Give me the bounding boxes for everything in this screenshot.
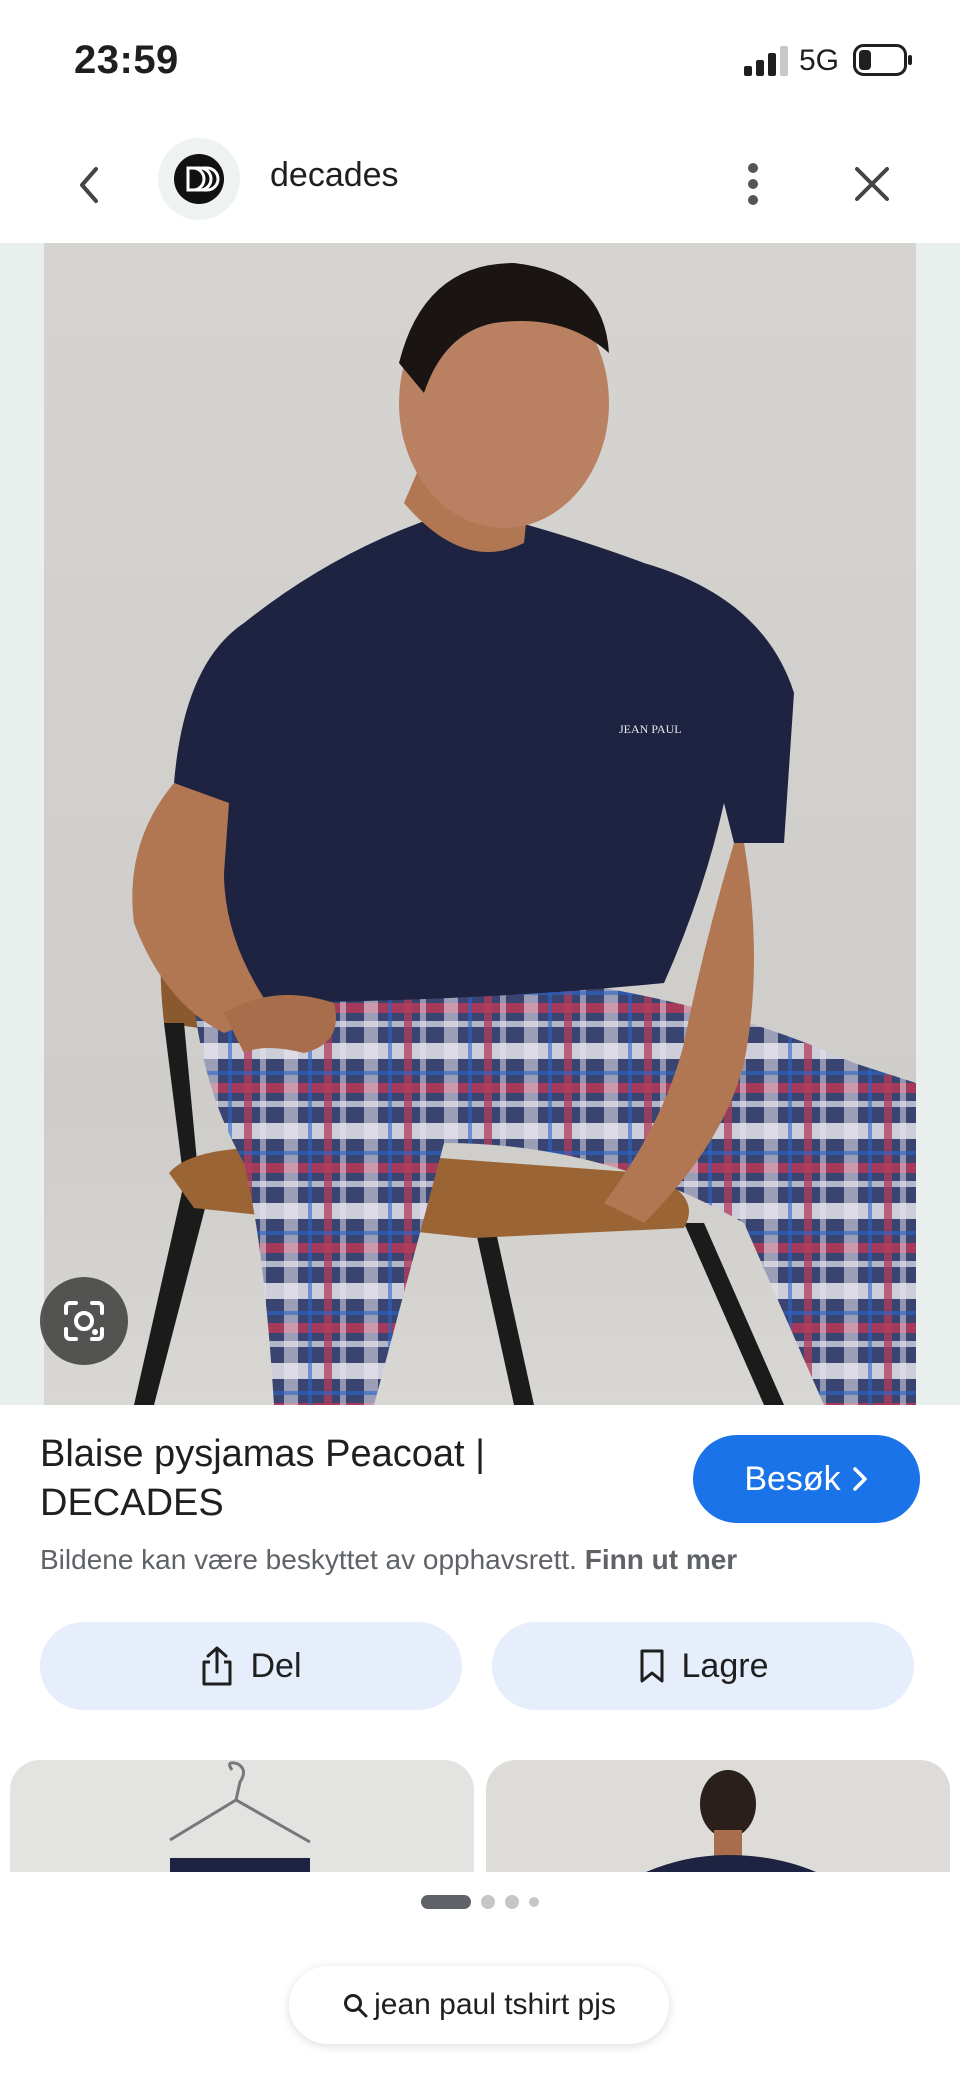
- status-bar: 23:59 5G: [0, 0, 960, 120]
- page-dot-active: [421, 1895, 471, 1909]
- chevron-left-icon: [80, 167, 98, 203]
- share-button-label: Del: [250, 1646, 302, 1685]
- learn-more-link[interactable]: Finn ut mer: [585, 1544, 737, 1575]
- lens-icon: [64, 1301, 104, 1341]
- signal-icon: [744, 46, 788, 76]
- page-dot: [481, 1895, 495, 1909]
- network-label: 5G: [799, 44, 840, 77]
- related-image-1[interactable]: [10, 1760, 474, 1872]
- navigation-bar: decades: [0, 120, 960, 242]
- share-icon: [202, 1646, 232, 1686]
- search-query-pill[interactable]: jean paul tshirt pjs: [289, 1966, 669, 2044]
- status-time: 23:59: [74, 38, 179, 82]
- model-illustration: JEAN PAUL: [44, 243, 916, 1405]
- close-icon: [855, 167, 889, 201]
- shirt-logo-text: JEAN PAUL: [619, 722, 682, 736]
- search-query-text: jean paul tshirt pjs: [374, 1988, 616, 2021]
- visit-button-label: Besøk: [744, 1459, 841, 1498]
- more-options-button[interactable]: [728, 154, 778, 214]
- copyright-notice: Bildene kan være beskyttet av opphavsret…: [40, 1544, 737, 1576]
- site-name[interactable]: decades: [270, 156, 399, 195]
- back-button[interactable]: [62, 158, 116, 212]
- share-button[interactable]: Del: [40, 1622, 462, 1710]
- page-dot: [505, 1895, 519, 1909]
- result-title[interactable]: Blaise pysjamas Peacoat | DECADES: [40, 1430, 660, 1528]
- search-icon: [344, 1994, 368, 2018]
- related-image-2[interactable]: [486, 1760, 950, 1872]
- back-view-thumbnail: [646, 1770, 816, 1872]
- more-vertical-icon: [748, 163, 758, 205]
- page-indicator: [0, 1895, 960, 1909]
- save-button-label: Lagre: [681, 1646, 769, 1685]
- close-button[interactable]: [842, 154, 902, 214]
- chevron-right-icon: [852, 1467, 867, 1491]
- save-button[interactable]: Lagre: [492, 1622, 914, 1710]
- product-photo[interactable]: JEAN PAUL: [44, 243, 916, 1405]
- page-dot: [529, 1897, 539, 1907]
- google-lens-button[interactable]: [40, 1277, 128, 1365]
- decades-logo-icon: [174, 154, 224, 204]
- visit-button[interactable]: Besøk: [693, 1435, 920, 1523]
- site-logo[interactable]: [158, 138, 240, 220]
- image-viewer: JEAN PAUL: [0, 243, 960, 1405]
- bookmark-icon: [640, 1649, 664, 1683]
- hanger-thumbnail: [169, 1761, 311, 1872]
- copyright-text: Bildene kan være beskyttet av opphavsret…: [40, 1544, 577, 1575]
- battery-icon: [853, 44, 912, 76]
